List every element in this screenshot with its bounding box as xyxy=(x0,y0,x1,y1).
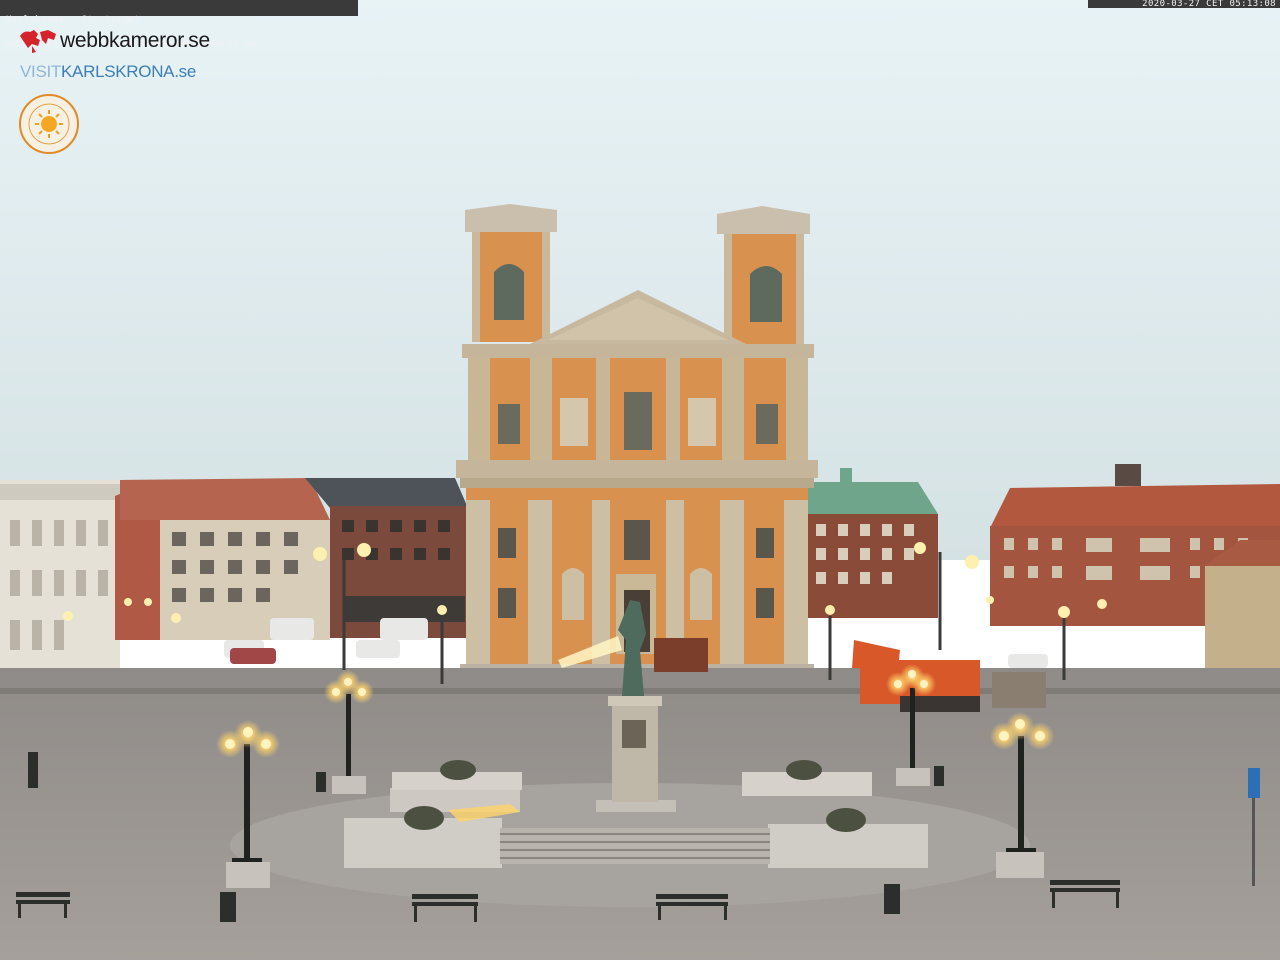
world-map-icon xyxy=(20,30,56,53)
caption-location: Karlskrona - Stortorget xyxy=(6,15,140,25)
webbkameror-logo: webbkameror.se xyxy=(18,26,210,56)
webbkameror-logo-text: webbkameror.se xyxy=(60,29,210,52)
right-buildings xyxy=(806,464,1280,670)
camera-timestamp: 2020-03-27 CET 05:13:08 xyxy=(1088,0,1280,9)
parking-sign xyxy=(1248,768,1260,798)
sunniest-city-seal-icon xyxy=(19,94,79,154)
webcam-scene xyxy=(0,0,1280,960)
camera-caption: Karlskrona - Stortorget www.visitkarlskr… xyxy=(0,0,358,49)
construction-machine xyxy=(852,640,1046,712)
visitkarlskrona-logo: VISITKARLSKRONA.se xyxy=(20,62,196,81)
